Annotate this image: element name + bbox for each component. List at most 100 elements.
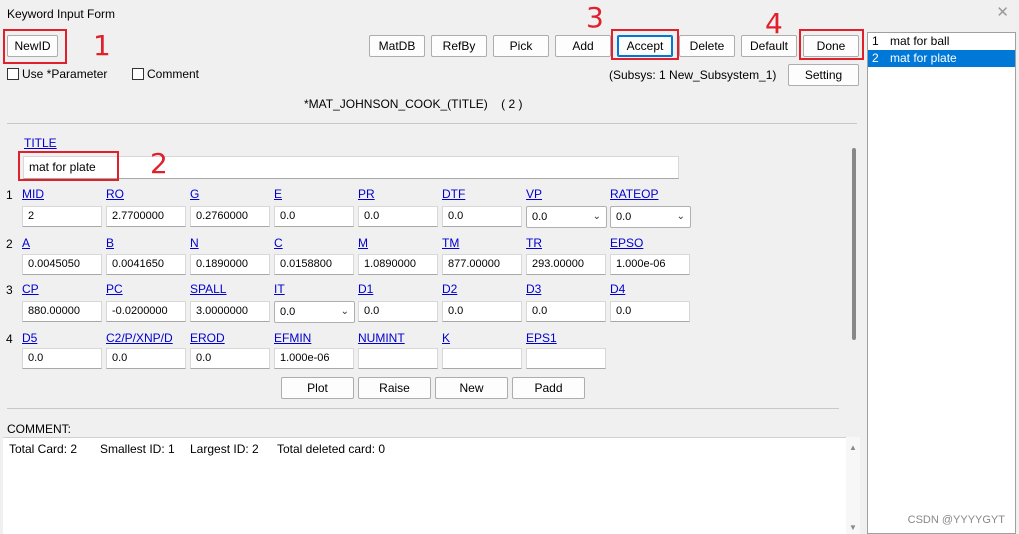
field-label-rateop[interactable]: RATEOP — [610, 187, 658, 201]
field-label-cp[interactable]: CP — [22, 282, 39, 296]
field-label-eps1[interactable]: EPS1 — [526, 331, 557, 345]
select-it[interactable]: 0.0 ⌄ — [274, 301, 355, 323]
field-label-b[interactable]: B — [106, 236, 114, 250]
new-button[interactable]: New — [435, 377, 508, 399]
use-parameter-checkbox[interactable]: Use *Parameter — [7, 67, 107, 81]
field-label-tr[interactable]: TR — [526, 236, 542, 250]
field-input-d5[interactable]: 0.0 — [22, 348, 102, 369]
field-label-pr[interactable]: PR — [358, 187, 375, 201]
field-label-dtf[interactable]: DTF — [442, 187, 465, 201]
field-input-k[interactable] — [442, 348, 522, 369]
field-label-c2-p-xnp-d[interactable]: C2/P/XNP/D — [106, 331, 173, 345]
field-label-k[interactable]: K — [442, 331, 450, 345]
field-label-c[interactable]: C — [274, 236, 283, 250]
field-input-n[interactable]: 0.1890000 — [190, 254, 270, 275]
title-input[interactable]: mat for plate — [23, 156, 679, 179]
field-label-vp[interactable]: VP — [526, 187, 542, 201]
field-label-erod[interactable]: EROD — [190, 331, 225, 345]
field-label-numint[interactable]: NUMINT — [358, 331, 405, 345]
padd-button[interactable]: Padd — [512, 377, 585, 399]
field-label-it[interactable]: IT — [274, 282, 285, 296]
field-label-g[interactable]: G — [190, 187, 199, 201]
field-input-epso[interactable]: 1.000e-06 — [610, 254, 690, 275]
field-label-spall[interactable]: SPALL — [190, 282, 226, 296]
checkbox-box[interactable] — [132, 68, 144, 80]
field-label-d5[interactable]: D5 — [22, 331, 37, 345]
field-label-a[interactable]: A — [22, 236, 30, 250]
field-input-pr[interactable]: 0.0 — [358, 206, 438, 227]
field-label-pc[interactable]: PC — [106, 282, 123, 296]
scroll-up-icon[interactable]: ▲ — [849, 443, 857, 452]
divider — [7, 408, 839, 409]
field-label-epso[interactable]: EPSO — [610, 236, 643, 250]
field-label-ro[interactable]: RO — [106, 187, 124, 201]
field-input-tm[interactable]: 877.00000 — [442, 254, 522, 275]
field-input-m[interactable]: 1.0890000 — [358, 254, 438, 275]
close-icon[interactable]: ✕ — [996, 5, 1009, 21]
matdb-button[interactable]: MatDB — [369, 35, 425, 57]
field-label-e[interactable]: E — [274, 187, 282, 201]
chevron-down-icon: ⌄ — [592, 211, 601, 222]
list-item-number: 2 — [872, 51, 879, 65]
stats-total-card: Total Card: 2 — [9, 442, 78, 456]
scroll-down-icon[interactable]: ▼ — [849, 523, 857, 532]
setting-button[interactable]: Setting — [788, 64, 859, 86]
field-input-eps1[interactable] — [526, 348, 606, 369]
annotation-number-2: 2 — [150, 147, 168, 180]
refby-button[interactable]: RefBy — [431, 35, 487, 57]
field-label-d3[interactable]: D3 — [526, 282, 541, 296]
field-input-tr[interactable]: 293.00000 — [526, 254, 606, 275]
select-it-value: 0.0 — [280, 306, 296, 318]
field-input-c2-p-xnp-d[interactable]: 0.0 — [106, 348, 186, 369]
field-input-b[interactable]: 0.0041650 — [106, 254, 186, 275]
field-label-d2[interactable]: D2 — [442, 282, 457, 296]
field-input-d4[interactable]: 0.0 — [610, 301, 690, 322]
comment-scrollbar[interactable]: ▲ ▼ — [846, 437, 860, 534]
annotation-number-3: 3 — [586, 1, 604, 34]
form-scrollbar-thumb[interactable] — [852, 148, 856, 340]
title-field-label[interactable]: TITLE — [24, 136, 57, 150]
list-item-selected[interactable]: 2 mat for plate — [868, 50, 1015, 67]
field-input-d1[interactable]: 0.0 — [358, 301, 438, 322]
plot-button[interactable]: Plot — [281, 377, 354, 399]
field-input-e[interactable]: 0.0 — [274, 206, 354, 227]
field-input-mid[interactable]: 2 — [22, 206, 102, 227]
field-input-erod[interactable]: 0.0 — [190, 348, 270, 369]
checkbox-box[interactable] — [7, 68, 19, 80]
select-rateop[interactable]: 0.0 ⌄ — [610, 206, 691, 228]
accept-button[interactable]: Accept — [617, 35, 673, 57]
field-input-numint[interactable] — [358, 348, 438, 369]
keyword-input-form-window: Keyword Input Form ✕ NewID MatDB RefBy P… — [0, 0, 1019, 534]
field-input-g[interactable]: 0.2760000 — [190, 206, 270, 227]
field-label-efmin[interactable]: EFMIN — [274, 331, 311, 345]
pick-button[interactable]: Pick — [493, 35, 549, 57]
field-label-tm[interactable]: TM — [442, 236, 459, 250]
select-vp-value: 0.0 — [532, 211, 548, 223]
field-label-d4[interactable]: D4 — [610, 282, 625, 296]
list-item[interactable]: 1 mat for ball — [868, 33, 1015, 50]
field-input-cp[interactable]: 880.00000 — [22, 301, 102, 322]
field-input-d3[interactable]: 0.0 — [526, 301, 606, 322]
add-button[interactable]: Add — [555, 35, 611, 57]
field-label-n[interactable]: N — [190, 236, 199, 250]
raise-button[interactable]: Raise — [358, 377, 431, 399]
field-input-ro[interactable]: 2.7700000 — [106, 206, 186, 227]
stats-total-deleted: Total deleted card: 0 — [277, 442, 386, 456]
field-label-mid[interactable]: MID — [22, 187, 44, 201]
field-input-pc[interactable]: -0.0200000 — [106, 301, 186, 322]
comment-checkbox[interactable]: Comment — [132, 67, 199, 81]
divider — [7, 123, 857, 124]
field-input-dtf[interactable]: 0.0 — [442, 206, 522, 227]
field-input-a[interactable]: 0.0045050 — [22, 254, 102, 275]
field-input-spall[interactable]: 3.0000000 — [190, 301, 270, 322]
field-label-m[interactable]: M — [358, 236, 368, 250]
comment-label: Comment — [147, 67, 200, 81]
done-button[interactable]: Done — [803, 35, 859, 57]
field-input-d2[interactable]: 0.0 — [442, 301, 522, 322]
delete-button[interactable]: Delete — [679, 35, 735, 57]
field-label-d1[interactable]: D1 — [358, 282, 373, 296]
select-vp[interactable]: 0.0 ⌄ — [526, 206, 607, 228]
newid-button[interactable]: NewID — [7, 35, 58, 57]
field-input-c[interactable]: 0.0158800 — [274, 254, 354, 275]
field-input-efmin[interactable]: 1.000e-06 — [274, 348, 354, 369]
